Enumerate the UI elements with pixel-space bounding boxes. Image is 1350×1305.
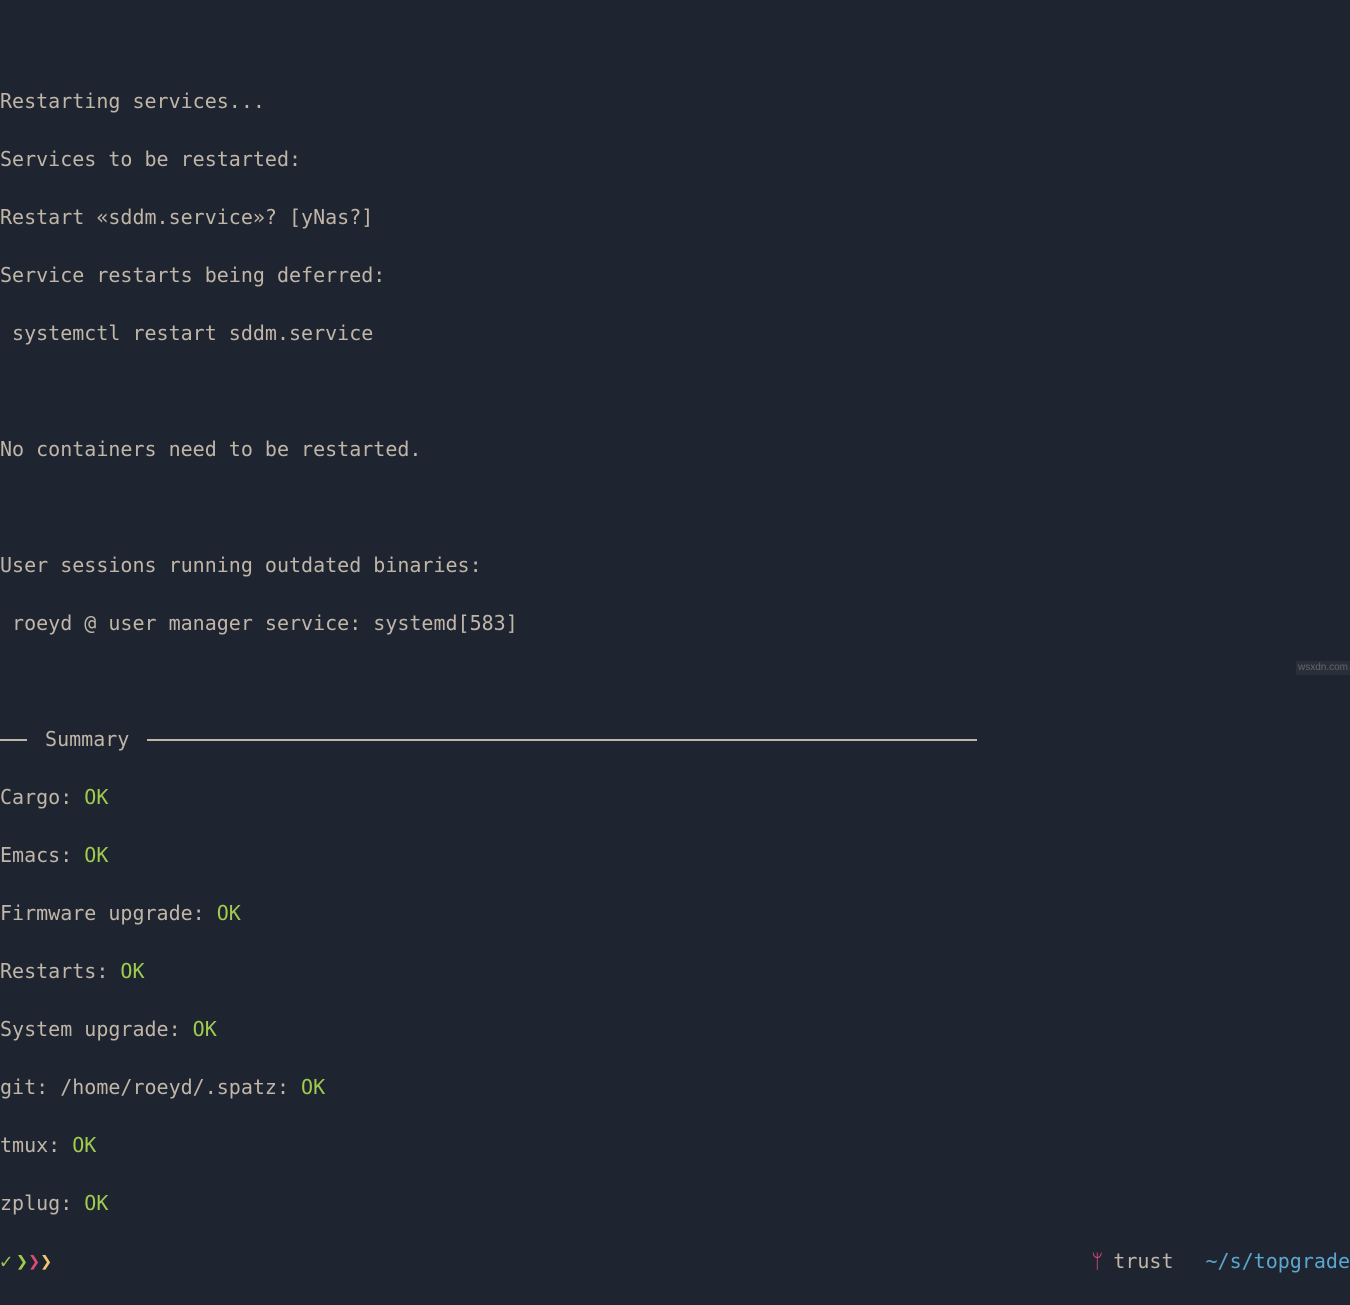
summary-status: OK <box>120 959 144 983</box>
summary-status: OK <box>301 1075 325 1099</box>
summary-status: OK <box>84 843 108 867</box>
summary-item: zplug: OK <box>0 1189 1350 1218</box>
summary-status: OK <box>217 901 241 925</box>
summary-name: tmux: <box>0 1133 72 1157</box>
output-line: No containers need to be restarted. <box>0 435 1350 464</box>
summary-status: OK <box>84 1191 108 1215</box>
summary-name: Cargo: <box>0 785 84 809</box>
summary-status: OK <box>84 785 108 809</box>
output-line: User sessions running outdated binaries: <box>0 551 1350 580</box>
prompt-right: ᛘ trust ~/s/topgrade <box>1091 1247 1350 1276</box>
output-line <box>0 377 1350 406</box>
summary-item: Restarts: OK <box>0 957 1350 986</box>
watermark: wsxdn.com <box>1296 661 1350 676</box>
output-line: Services to be restarted: <box>0 145 1350 174</box>
output-line: systemctl restart sddm.service <box>0 319 1350 348</box>
output-line: Restarting services... <box>0 87 1350 116</box>
summary-header: Summary <box>0 725 1350 754</box>
prompt-line[interactable]: ✓ ❯❯❯ ᛘ trust ~/s/topgrade <box>0 1247 1350 1276</box>
output-line: Service restarts being deferred: <box>0 261 1350 290</box>
summary-status: OK <box>193 1017 217 1041</box>
output-line <box>0 493 1350 522</box>
divider-left <box>0 739 27 741</box>
summary-name: Restarts: <box>0 959 120 983</box>
summary-name: git: /home/roeyd/.spatz: <box>0 1075 301 1099</box>
summary-name: zplug: <box>0 1191 84 1215</box>
summary-status: OK <box>72 1133 96 1157</box>
summary-name: Emacs: <box>0 843 84 867</box>
summary-item: Emacs: OK <box>0 841 1350 870</box>
cwd-path: ~/s/topgrade <box>1206 1247 1350 1276</box>
divider-right <box>147 739 977 741</box>
summary-item: System upgrade: OK <box>0 1015 1350 1044</box>
summary-item: tmux: OK <box>0 1131 1350 1160</box>
summary-item: git: /home/roeyd/.spatz: OK <box>0 1073 1350 1102</box>
output-line: Restart «sddm.service»? [yNas?] <box>0 203 1350 232</box>
summary-name: Firmware upgrade: <box>0 901 217 925</box>
git-branch-name: trust <box>1113 1247 1173 1276</box>
summary-item: Cargo: OK <box>0 783 1350 812</box>
prompt-check-icon: ✓ <box>0 1247 12 1276</box>
summary-name: System upgrade: <box>0 1017 193 1041</box>
output-line <box>0 667 1350 696</box>
prompt-chevrons: ❯❯❯ <box>16 1247 52 1276</box>
output-line <box>0 29 1350 58</box>
output-line: roeyd @ user manager service: systemd[58… <box>0 609 1350 638</box>
summary-item: Firmware upgrade: OK <box>0 899 1350 928</box>
git-branch-icon: ᛘ <box>1091 1247 1103 1276</box>
summary-label: Summary <box>27 725 147 754</box>
terminal-output[interactable]: Restarting services... Services to be re… <box>0 0 1350 1305</box>
